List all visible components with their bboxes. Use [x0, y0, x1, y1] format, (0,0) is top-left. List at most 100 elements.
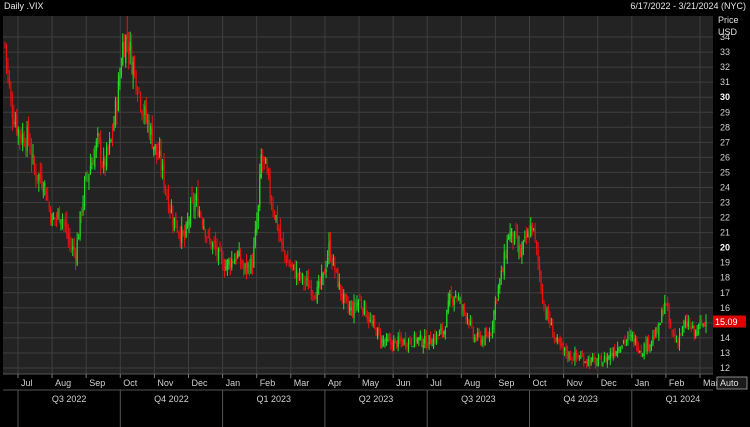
candle [400, 332, 402, 348]
candle [566, 345, 569, 363]
y-tick-label: 20 [720, 243, 730, 253]
candle [456, 295, 458, 303]
candle [60, 219, 62, 231]
candle [374, 315, 376, 330]
candle [63, 218, 65, 232]
candle [474, 334, 476, 343]
y-tick-label: 21 [720, 228, 730, 238]
candle [484, 327, 486, 346]
x-tick-label: Apr [328, 378, 342, 388]
candle [98, 132, 100, 145]
candle [287, 250, 289, 263]
candle [23, 130, 25, 148]
candle [371, 314, 373, 326]
candle [156, 143, 158, 165]
quarter-label: Q2 2023 [359, 394, 394, 404]
candle [17, 126, 19, 145]
candle [91, 157, 93, 170]
candle [231, 250, 233, 271]
candle [161, 158, 164, 180]
candle [295, 260, 298, 286]
candle [235, 251, 237, 265]
candle [687, 315, 689, 331]
candle [315, 292, 317, 300]
candle [100, 130, 102, 175]
candle [618, 346, 620, 353]
candle [117, 72, 119, 112]
candle [310, 279, 312, 301]
candle [485, 326, 488, 338]
candle [587, 355, 589, 367]
candle [678, 328, 681, 351]
candle [307, 269, 309, 290]
candle [223, 258, 226, 278]
vix-candlestick-chart[interactable]: Price USD 121314151617181920212223242526… [0, 14, 750, 427]
candle [357, 299, 360, 313]
candle [293, 264, 295, 271]
candle [27, 116, 30, 147]
candle [216, 238, 218, 262]
candle [247, 261, 249, 275]
candle [661, 307, 663, 324]
candle [494, 296, 497, 320]
candle [343, 289, 345, 310]
candle [22, 122, 24, 152]
quarter-label: Q3 2022 [52, 394, 87, 404]
candle [662, 304, 664, 317]
candle [197, 180, 199, 217]
candle [128, 31, 130, 70]
candle [182, 229, 184, 237]
candle [459, 296, 461, 304]
candle [45, 187, 47, 201]
candle [260, 148, 262, 180]
candle [689, 317, 691, 330]
candle [388, 332, 390, 342]
candle [185, 221, 187, 239]
candle [469, 314, 471, 326]
candle [332, 254, 335, 267]
candle [519, 243, 522, 258]
candle [453, 296, 455, 312]
candle [97, 127, 99, 148]
candle [457, 292, 460, 301]
candle [201, 216, 203, 230]
candle [278, 224, 280, 243]
candle [48, 200, 50, 213]
candle [163, 152, 165, 194]
candle [441, 322, 443, 338]
candle [41, 163, 43, 190]
candle [546, 306, 548, 321]
candle [636, 335, 638, 352]
candle [234, 253, 236, 265]
auto-scale-button[interactable]: Auto [716, 376, 748, 390]
candle [664, 294, 666, 315]
candle [214, 231, 217, 256]
candle [513, 230, 516, 245]
candle [129, 31, 131, 65]
candle [116, 97, 118, 126]
candle [625, 339, 628, 347]
candle [172, 205, 174, 234]
candle [142, 103, 145, 124]
candle [270, 194, 273, 211]
y-tick-label: 33 [720, 47, 730, 57]
candle [530, 216, 532, 238]
candle [643, 342, 645, 360]
candle [32, 144, 34, 165]
candle [659, 322, 661, 326]
y-tick-label: 28 [720, 122, 730, 132]
candle [424, 329, 426, 349]
candle [534, 222, 536, 243]
candle [75, 247, 77, 271]
candle [306, 270, 308, 287]
candle [658, 321, 660, 342]
y-tick-label: 25 [720, 167, 730, 177]
candle [624, 335, 626, 347]
candle [425, 329, 427, 350]
candle [106, 142, 108, 171]
y-tick-label: 26 [720, 152, 730, 162]
candle [524, 230, 526, 243]
x-tick-label: Oct [533, 378, 548, 388]
candle [404, 332, 407, 350]
candle [232, 260, 234, 264]
